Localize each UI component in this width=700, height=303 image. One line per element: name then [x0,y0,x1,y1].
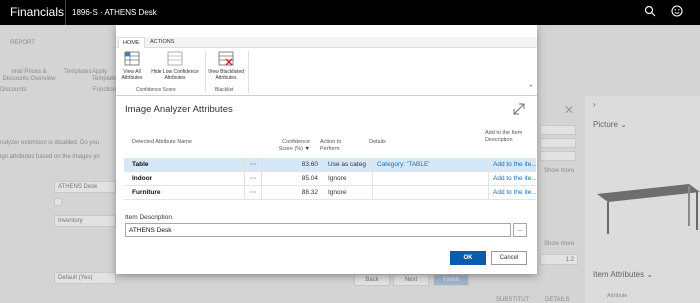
confidence-score: 83.60 [301,161,318,168]
bg-banner-text: ign attributes based on the images yo [0,154,100,160]
attribute-column-label: Attribute [607,293,628,299]
item-picture [593,152,700,236]
bg-ribbon-item: Templates [64,69,92,75]
document-title: 1896-S · ATHENS Desk [72,8,157,17]
app-brand[interactable]: Financials [10,5,64,19]
show-more-link: Show more [544,241,575,247]
ok-button[interactable]: OK [450,251,486,265]
row-menu-button[interactable]: ⋯ [244,172,262,185]
attribute-name: Furniture [132,189,161,196]
bg-bottom-link: DETAILS [545,297,570,303]
confidence-score: 85.04 [301,175,318,182]
smiley-icon[interactable] [670,5,684,19]
grid-list-icon [123,51,141,67]
chevron-down-icon: ⌄ [646,270,654,279]
ribbon-tabs: HOME ACTIONS [116,37,537,50]
table-row[interactable]: Furniture ⋯ 88.32 Ignore Add to the ite.… [124,186,538,200]
column-divider [488,186,489,199]
picture-title[interactable]: Picture ⌄ [593,120,627,129]
filter-list-icon [166,51,184,67]
view-blacklisted-button[interactable]: View Blacklisted Attributes [205,51,247,81]
bg-bottom-link: SUBSTITUT [496,297,530,303]
bg-inventory-field: Inventory [54,215,116,227]
bg-ribbon-item: Apply Template [92,69,117,82]
add-to-description-link[interactable]: Add to the ite... [493,172,538,185]
row-menu-button[interactable]: ⋯ [244,186,262,199]
column-divider [372,172,373,185]
sort-descending-icon: ▼ [304,146,310,152]
bg-field [540,125,576,135]
chevron-right-icon: › [593,100,596,109]
row-menu-button[interactable]: ⋯ [244,158,262,171]
topbar-divider [65,0,66,25]
item-attributes-title[interactable]: Item Attributes ⌄ [593,270,653,279]
view-all-attributes-button[interactable]: View All Attributes [118,51,146,81]
bg-checkbox [54,198,62,206]
column-divider [488,158,489,171]
column-header-name[interactable]: Detected Attribute Name [132,139,192,146]
ribbon-group-label: Blacklist [215,87,234,93]
details-link[interactable] [377,172,487,185]
table-row[interactable]: Indoor ⋯ 85.04 Ignore Add to the ite... [124,172,538,186]
action-select[interactable]: Ignore [328,186,373,199]
top-bar: Financials 1896-S · ATHENS Desk [0,0,700,25]
item-description-lookup-button[interactable]: … [513,223,527,237]
image-analyzer-dialog: HOME ACTIONS View All Attributes Hide Lo… [116,25,537,274]
bg-value-field: 1.2 [540,254,578,265]
confidence-score: 88.32 [301,189,318,196]
ribbon-divider [248,51,249,93]
tab-actions[interactable]: ACTIONS [146,37,178,48]
details-link[interactable]: Category: 'TABLE' [377,158,487,171]
column-header-score[interactable]: Confidence Score (%) ▼ [268,139,310,153]
bg-field [540,151,576,161]
attribute-name: Table [132,161,149,168]
bg-default-field: Default (Yes) [54,272,116,284]
dialog-title: Image Analyzer Attributes [125,104,233,115]
column-divider [488,172,489,185]
factbox-panel: › Picture ⌄ Item Attributes ⌄ Attribute [585,96,700,303]
bg-group-label: Discounts [0,87,27,93]
show-more-link: Show more [544,168,575,174]
add-to-description-link[interactable]: Add to the ite... [493,158,538,171]
column-header-add[interactable]: Add to the Item Description [485,130,530,144]
hide-low-confidence-button[interactable]: Hide Low Confidence Attributes [146,51,204,81]
bg-banner-text: nalyzer extension is disabled. Do you [0,140,100,146]
item-description-label: Item Description [125,214,172,221]
column-header-details[interactable]: Details [369,139,386,146]
details-link[interactable] [377,186,487,199]
wizard-next-button: Next [393,274,429,286]
wizard-back-button: Back [354,274,390,286]
attribute-name: Indoor [132,175,153,182]
add-to-description-link[interactable]: Add to the ite... [493,186,538,199]
column-header-action[interactable]: Action to Perform [320,139,360,153]
wizard-finish-button: Finish [433,274,469,286]
chevron-down-icon: ⌄ [620,120,627,129]
blacklist-icon [217,51,235,67]
cancel-button[interactable]: Cancel [491,251,527,265]
expand-icon[interactable] [512,102,526,116]
report-tab: REPORT [10,40,35,46]
bg-ribbon-item: onal Prices & Discounts Overview [2,69,56,82]
item-description-field[interactable]: ATHENS Desk [125,223,511,237]
bg-field [540,138,576,148]
column-divider [372,186,373,199]
ribbon-body: View All Attributes Hide Low Confidence … [116,48,537,96]
ribbon-group-label: Confidence Score [136,87,176,93]
action-select[interactable]: Use as categ [328,158,373,171]
column-divider [372,158,373,171]
close-icon: ✕ [564,103,575,117]
action-select[interactable]: Ignore [328,172,373,185]
table-row[interactable]: Table ⋯ 83.60 Use as categ Category: 'TA… [124,158,538,172]
collapse-ribbon-icon[interactable]: ⌃ [528,84,534,92]
bg-group-label: Function [93,87,117,93]
search-icon[interactable] [643,5,657,19]
bg-description-field: ATHENS Desk [54,181,116,193]
